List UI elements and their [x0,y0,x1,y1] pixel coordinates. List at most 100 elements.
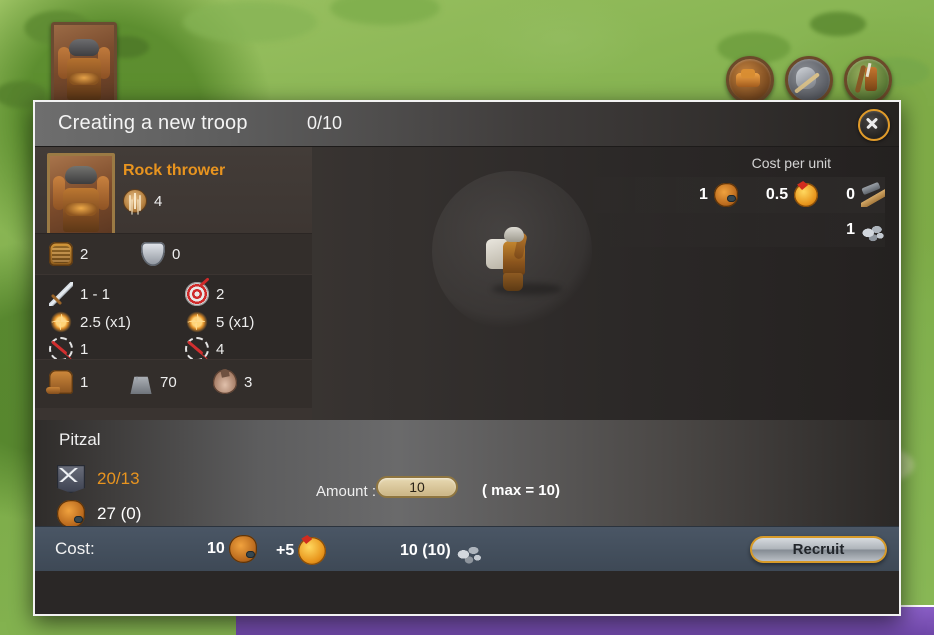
cost-stone: 1 [846,218,885,242]
unit-movement-block: 1 70 3 [35,359,312,408]
stat-cooldown-melee-value: 1 [80,340,89,358]
stat-armor: 2 [49,242,88,266]
stat-primary-value: 4 [154,192,163,210]
stat-cooldown-melee: 1 [49,337,88,361]
army-button[interactable] [844,56,892,104]
cooldown-icon [185,337,209,361]
cost-per-unit-row-1: 1 0.5 0 [573,177,885,213]
player-name: Pitzal [59,430,101,449]
footer-cost-gold: +5 [276,537,327,565]
troops-banner-icon [57,465,85,493]
cost-food-value: 1 [698,186,708,203]
stone-icon [861,218,885,242]
stat-burst-ranged: 5 (x1) [185,310,254,334]
cooldown-icon [49,337,73,361]
dialog-title: Creating a new troop [58,112,248,134]
amount-label: Amount : [316,483,377,500]
portrait-belt [69,73,99,85]
stat-shield: 0 [141,242,180,266]
unit-portrait[interactable] [47,153,115,237]
stat-armor-value: 2 [80,245,89,263]
recruit-button[interactable]: Recruit [750,536,887,563]
resources-button[interactable] [726,56,774,104]
stat-weight-value: 70 [160,373,177,391]
stat-weight: 70 [129,370,177,394]
cost-stone-value: 1 [846,221,855,238]
player-food-row: 27 (0) [57,500,141,528]
unit-header-block: Rock thrower 4 [35,147,312,237]
world-unit-portrait[interactable] [51,22,117,104]
amount-input[interactable]: 10 [376,476,458,498]
dialog-body: Rock thrower 4 2 0 1 - 1 2 2.5 (x1) 5 (x… [35,147,899,420]
cost-per-unit-title: Cost per unit [751,155,831,171]
unit-belt [65,203,97,216]
stat-burst-melee-value: 2.5 (x1) [80,313,131,331]
boot-icon [46,370,73,394]
sword-icon [49,282,73,306]
world-action-buttons [726,56,892,104]
hammer-icon [861,183,885,207]
sun-shield-icon [123,189,147,213]
foliage-decoration-top [160,0,460,50]
unit-stats-panel: Rock thrower 4 2 0 1 - 1 2 2.5 (x1) 5 (x… [35,147,312,420]
dialog-titlebar: Creating a new troop 0/10 [35,102,899,147]
unit-defense-block: 2 0 [35,233,312,274]
pig-icon [57,500,85,528]
player-troops-row: 20/13 [57,465,140,493]
create-troop-dialog: Creating a new troop 0/10 Rock thrower 4 [33,100,901,616]
cost-gold-value: 0.5 [765,186,789,203]
cost-label: Cost: [55,539,95,558]
footer-cost-gold-value: +5 [276,542,295,559]
unit-name: Rock thrower [123,162,226,179]
stat-speed-value: 1 [80,373,89,391]
stat-burst-melee: 2.5 (x1) [49,310,131,334]
stat-cooldown-ranged-value: 4 [216,340,225,358]
resources-icon-top [741,69,755,78]
close-icon[interactable] [858,109,890,141]
stone-icon [454,537,483,565]
preview-head [504,227,524,242]
unit-preview-model [486,221,562,295]
stat-carry-value: 3 [244,373,253,391]
weight-icon [130,376,152,394]
cost-footer: Cost: 10 +5 10 (10) Recruit [35,526,899,571]
stat-burst-ranged-value: 5 (x1) [216,313,255,331]
unit-rock-icon [65,166,97,184]
coin-icon [794,183,819,207]
shield-icon [141,242,165,266]
defense-button[interactable] [785,56,833,104]
stat-shield-value: 0 [172,245,181,263]
portrait-rock-icon [69,39,99,56]
cost-gold: 0.5 [765,183,819,207]
stat-melee-damage: 1 - 1 [49,282,110,306]
stat-speed: 1 [46,370,89,394]
player-troops-value: 20/13 [97,469,140,488]
stat-cooldown-ranged: 4 [185,337,224,361]
footer-cost-stone: 10 (10) [400,537,483,565]
target-icon [185,282,209,306]
stat-accuracy-value: 2 [216,285,225,303]
stat-primary: 4 [123,189,162,213]
unit-combat-block: 1 - 1 2 2.5 (x1) 5 (x1) 1 4 [35,274,312,361]
recruit-controls-section: Pitzal 20/13 27 (0) Amount : 10 ( max = … [35,420,899,571]
sack-icon [213,370,237,394]
stat-accuracy: 2 [185,282,224,306]
player-food-value: 27 (0) [97,504,142,523]
footer-cost-stone-value: 10 (10) [400,542,451,559]
burst-icon [185,310,209,334]
pig-icon [228,535,257,563]
cost-food: 1 [699,183,738,207]
footer-cost-food: 10 [207,535,257,563]
preview-legs [503,273,523,291]
cost-tools: 0 [846,183,885,207]
stat-melee-damage-value: 1 - 1 [80,285,111,303]
troop-counter: 0/10 [307,113,343,133]
cost-tools-value: 0 [846,186,855,203]
stat-carry: 3 [213,370,252,394]
unit-preview-area: Cost per unit 1 0.5 0 1 [312,147,899,420]
footer-cost-food-value: 10 [207,540,225,557]
amount-max-label: ( max = 10) [482,482,560,499]
pig-icon [713,183,738,207]
armor-icon [49,242,73,266]
cost-per-unit-row-2: 1 [573,213,885,247]
